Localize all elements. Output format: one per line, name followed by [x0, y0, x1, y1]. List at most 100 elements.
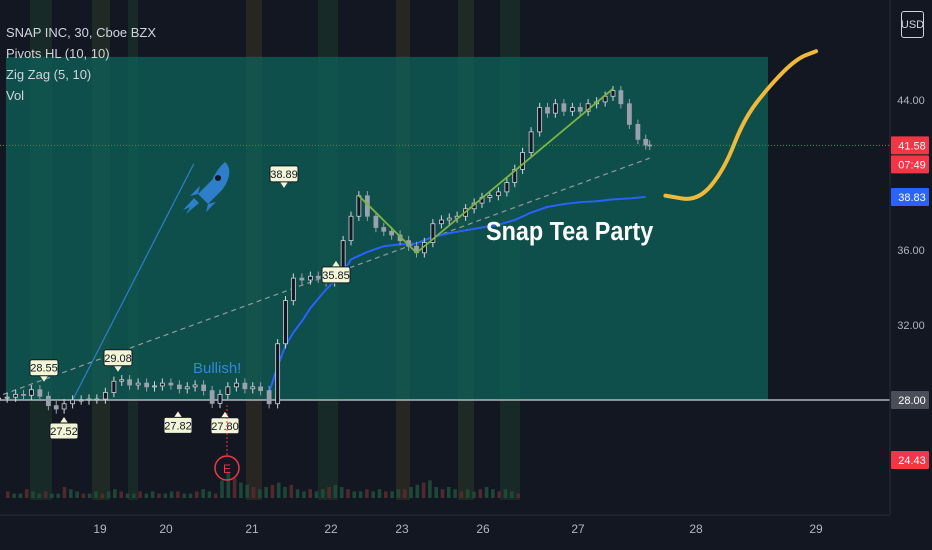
- volume-bar-20: [132, 493, 136, 498]
- volume-bar-61: [390, 491, 394, 498]
- candle-body-22: [168, 382, 174, 386]
- volume-bar-57: [365, 489, 369, 498]
- candle-body-61: [487, 195, 493, 198]
- volume-bar-27: [176, 491, 180, 498]
- candle-body-68: [545, 107, 550, 114]
- indicator-zigzag[interactable]: Zig Zag (5, 10): [6, 64, 156, 85]
- x-tick-4: 23: [395, 522, 409, 536]
- candle-body-20: [152, 385, 157, 388]
- x-tick-5: 26: [476, 522, 490, 536]
- pivot-label-0: 28.55: [30, 363, 58, 375]
- indicator-pivots[interactable]: Pivots HL (10, 10): [6, 43, 156, 64]
- volume-bar-64: [409, 487, 413, 498]
- badge-stop: 24.43: [898, 455, 926, 467]
- volume-bar-43: [276, 482, 281, 498]
- volume-bar-69: [440, 489, 445, 498]
- badge-countdown: 07:49: [898, 159, 926, 171]
- volume-bar-21: [138, 491, 142, 498]
- candle-body-33: [258, 386, 264, 392]
- volume-bar-58: [371, 491, 375, 498]
- candle-body-5: [28, 389, 34, 396]
- volume-bar-52: [333, 484, 338, 498]
- x-tick-8: 29: [809, 522, 823, 536]
- candle-body-23: [176, 384, 182, 390]
- candle-body-34: [266, 390, 272, 405]
- volume-bar-5: [37, 493, 42, 498]
- pivot-label-2: 29.08: [104, 353, 132, 365]
- annotation-title: Snap Tea Party: [486, 218, 653, 246]
- volume-bar-34: [220, 480, 224, 498]
- indicator-legend: SNAP INC, 30, Cboe BZX Pivots HL (10, 10…: [6, 22, 156, 106]
- candle-body-44: [348, 215, 354, 242]
- candle-body-32: [250, 386, 256, 390]
- candle-body-81: [647, 144, 653, 147]
- candle-body-71: [569, 107, 575, 112]
- candle-body-13: [94, 398, 100, 401]
- pivot-label-4: 27.80: [211, 421, 239, 433]
- currency-button[interactable]: USD: [901, 11, 924, 38]
- volume-bar-54: [346, 489, 350, 498]
- volume-bar-39: [251, 487, 256, 498]
- volume-bar-63: [402, 489, 407, 498]
- y-tick-0: 44.00: [897, 95, 925, 107]
- rocket-window: [215, 175, 221, 181]
- candle-body-80: [643, 138, 649, 146]
- candle-body-70: [561, 103, 567, 112]
- pivot-label-1: 27.52: [50, 426, 78, 438]
- candle-body-21: [159, 382, 165, 387]
- volume-bar-77: [491, 489, 495, 498]
- volume-bar-6: [43, 491, 48, 498]
- volume-bar-55: [352, 491, 357, 498]
- volume-bar-62: [396, 489, 401, 498]
- volume-bar-72: [459, 491, 464, 498]
- candle-body-31: [242, 382, 248, 390]
- volume-bar-70: [447, 487, 451, 498]
- volume-bar-15: [100, 493, 105, 498]
- volume-bar-25: [163, 493, 168, 498]
- volume-bar-44: [283, 487, 287, 498]
- candle-body-28: [217, 393, 223, 404]
- volume-bar-12: [81, 493, 86, 498]
- candle-body-69: [552, 103, 558, 114]
- candle-body-8: [53, 405, 59, 410]
- volume-bar-60: [384, 491, 388, 498]
- pivot-label-3: 27.82: [164, 420, 192, 432]
- volume-bar-78: [497, 491, 501, 498]
- candle-body-16: [119, 379, 125, 382]
- candle-body-24: [184, 386, 190, 390]
- volume-bar-42: [270, 484, 275, 498]
- volume-bar-36: [232, 478, 237, 498]
- volume-bar-24: [157, 493, 161, 498]
- volume-bar-28: [182, 493, 186, 498]
- candle-body-26: [201, 384, 207, 392]
- symbol-title[interactable]: SNAP INC, 30, Cboe BZX: [6, 22, 156, 43]
- candle-body-49: [389, 230, 395, 236]
- candle-body-36: [283, 300, 288, 345]
- candle-body-35: [275, 343, 281, 405]
- volume-bar-29: [188, 493, 193, 498]
- volume-bar-13: [87, 493, 92, 498]
- candle-body-18: [135, 382, 141, 386]
- volume-bar-56: [358, 491, 363, 498]
- volume-bar-48: [308, 489, 312, 498]
- candle-body-27: [209, 390, 215, 404]
- volume-bar-53: [339, 487, 344, 498]
- pivot-label-6: 35.85: [322, 270, 350, 282]
- candle-body-4: [21, 393, 26, 396]
- candle-body-37: [290, 277, 296, 302]
- candle-body-48: [381, 227, 387, 232]
- candle-body-19: [144, 382, 150, 388]
- volume-bar-32: [207, 491, 212, 498]
- candle-body-11: [78, 399, 84, 402]
- volume-bar-22: [144, 493, 149, 498]
- pivot-label-5: 38.89: [270, 169, 298, 181]
- indicator-volume[interactable]: Vol: [6, 85, 156, 106]
- candle-body-76: [610, 90, 616, 97]
- volume-bar-7: [50, 493, 54, 498]
- badge-entry: 28.00: [898, 395, 926, 407]
- candle-body-40: [315, 275, 321, 279]
- candle-body-39: [307, 275, 313, 281]
- volume-bar-9: [62, 487, 67, 498]
- candle-body-15: [111, 380, 117, 393]
- volume-bar-71: [453, 489, 457, 498]
